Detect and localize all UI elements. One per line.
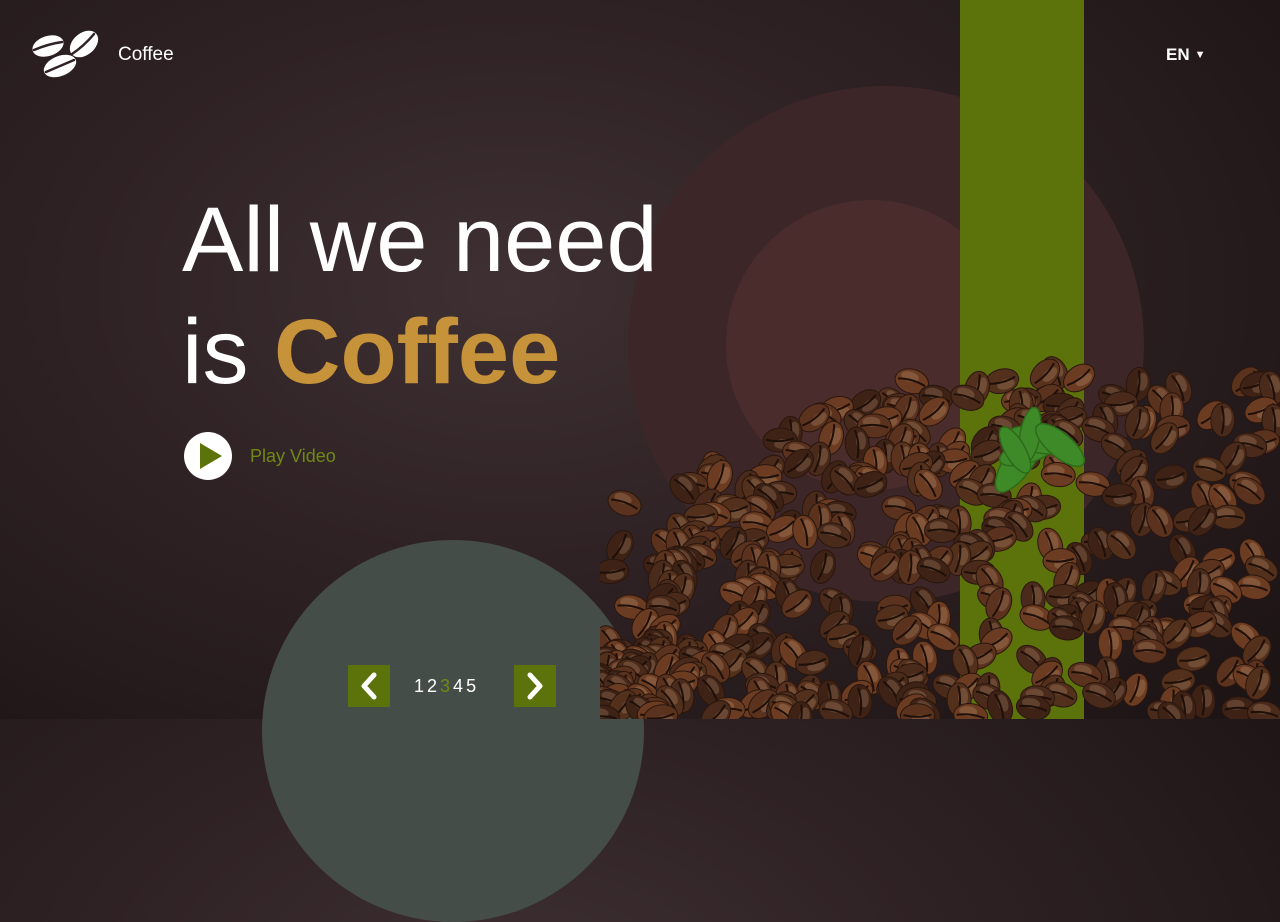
- play-video-link[interactable]: Play Video: [250, 446, 336, 467]
- caret-down-icon: ▼: [1194, 49, 1206, 61]
- page-5[interactable]: 5: [466, 676, 476, 697]
- coffee-bean: [600, 558, 630, 584]
- language-label: EN: [1166, 45, 1190, 64]
- page-3[interactable]: 3: [440, 676, 450, 697]
- page-1[interactable]: 1: [414, 676, 424, 697]
- pagination-numbers: 1 2 3 4 5: [414, 676, 476, 697]
- coffee-bean: [1211, 504, 1247, 530]
- coffee-beans-icon[interactable]: [30, 28, 104, 80]
- coffee-beans-image: [600, 356, 1280, 719]
- decorative-teal-circle: [262, 540, 644, 922]
- hero-headline: All we need is Coffee: [182, 184, 658, 408]
- brand-name[interactable]: Coffee: [118, 44, 174, 66]
- previous-slide-button[interactable]: [348, 665, 390, 707]
- coffee-bean: [1210, 402, 1236, 438]
- headline-accent: Coffee: [274, 301, 561, 403]
- chevron-right-icon: [527, 672, 543, 700]
- coffee-bean: [809, 549, 836, 584]
- chevron-left-icon: [361, 672, 377, 700]
- next-slide-button[interactable]: [514, 665, 556, 707]
- headline-prefix: is: [182, 301, 274, 403]
- language-selector[interactable]: EN ▼: [1166, 45, 1206, 65]
- play-icon: [199, 443, 222, 469]
- play-video-button[interactable]: [184, 432, 232, 480]
- headline-line1: All we need: [182, 189, 658, 291]
- coffee-bean: [1153, 464, 1189, 491]
- page-4[interactable]: 4: [453, 676, 463, 697]
- coffee-bean: [607, 490, 642, 517]
- page-2[interactable]: 2: [427, 676, 437, 697]
- headline-line2: is Coffee: [182, 296, 658, 408]
